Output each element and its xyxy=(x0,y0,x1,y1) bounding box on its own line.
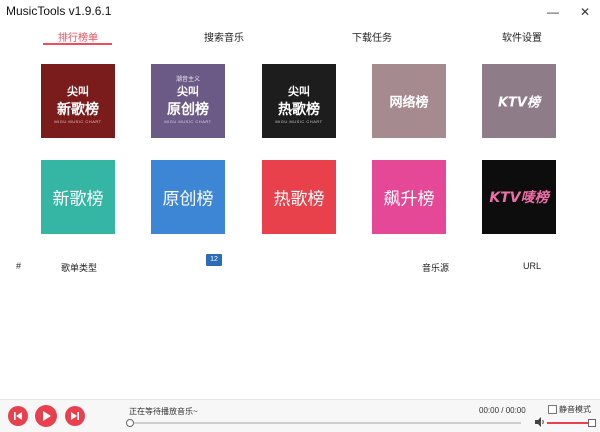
tab-search-music[interactable]: 搜索音乐 xyxy=(184,29,264,44)
previous-button[interactable] xyxy=(8,406,28,426)
tab-charts[interactable]: 排行榜单 xyxy=(38,29,118,44)
chart-card-original[interactable]: 原创榜 xyxy=(151,160,225,234)
chart-card-scream-original[interactable]: 潮音主义 尖叫原创榜 MIGU MUSIC CHART xyxy=(151,64,225,138)
mute-mode-checkbox[interactable] xyxy=(548,405,557,414)
close-button[interactable]: ✕ xyxy=(574,2,596,22)
chart-card-network[interactable]: 网络榜 xyxy=(372,64,446,138)
column-header-index: # xyxy=(16,261,22,271)
mute-mode-label: 静音模式 xyxy=(559,405,591,414)
column-header-source[interactable]: 音乐源 xyxy=(422,261,449,274)
floating-badge[interactable]: 12 xyxy=(206,254,222,266)
chart-card-label: 飙升榜 xyxy=(383,189,435,210)
chart-card-label: 热歌榜 xyxy=(273,189,325,210)
title-bar: MusicTools v1.9.6.1 — ✕ xyxy=(0,0,600,24)
volume-slider-fill xyxy=(547,422,591,424)
playback-time: 00:00 / 00:00 xyxy=(479,406,526,415)
next-icon xyxy=(71,412,79,420)
chart-card-label: 尖叫 原创榜 xyxy=(151,83,225,119)
previous-icon xyxy=(14,412,22,420)
playlist-table-header: # 歌单类型 音乐源 URL xyxy=(0,258,600,274)
chart-card-label: 尖叫 新歌榜 xyxy=(41,83,115,119)
minimize-button[interactable]: — xyxy=(542,2,564,22)
chart-card-top-text: 潮音主义 xyxy=(175,77,200,83)
chart-card-label: 原创榜 xyxy=(162,189,214,210)
player-bar: 正在等待播放音乐~ 00:00 / 00:00 静音模式 xyxy=(0,399,600,432)
play-icon xyxy=(43,411,51,421)
chart-card-label: KTV榜 xyxy=(497,95,540,111)
volume-icon[interactable] xyxy=(534,416,546,428)
chart-card-ktv[interactable]: KTV榜 xyxy=(482,64,556,138)
tab-settings[interactable]: 软件设置 xyxy=(482,29,562,44)
app-window: MusicTools v1.9.6.1 — ✕ 排行榜单 搜索音乐 下载任务 软… xyxy=(0,0,600,432)
chart-card-scream-new-songs[interactable]: 尖叫新歌榜 MIGU MUSIC CHART xyxy=(41,64,115,138)
progress-slider[interactable] xyxy=(129,422,521,424)
chart-card-label: 网络榜 xyxy=(389,95,429,111)
column-header-url[interactable]: URL xyxy=(523,261,541,271)
column-header-playlist-type[interactable]: 歌单类型 xyxy=(61,261,97,274)
progress-slider-handle[interactable] xyxy=(126,419,134,427)
app-title: MusicTools v1.9.6.1 xyxy=(6,4,112,18)
chart-card-label-line: 尖叫 xyxy=(288,85,310,98)
chart-card-label-line: 原创榜 xyxy=(167,102,209,118)
chart-card-subtitle: MIGU MUSIC CHART xyxy=(54,119,102,124)
chart-card-label-line: 尖叫 xyxy=(67,85,89,98)
play-button[interactable] xyxy=(35,405,57,427)
chart-card-label-line: 尖叫 xyxy=(177,85,199,98)
chart-card-hot-songs[interactable]: 热歌榜 xyxy=(262,160,336,234)
volume-slider-handle[interactable] xyxy=(588,419,596,427)
chart-card-soaring[interactable]: 飙升榜 xyxy=(372,160,446,234)
chart-card-new-songs[interactable]: 新歌榜 xyxy=(41,160,115,234)
chart-card-scream-hot-songs[interactable]: 尖叫热歌榜 MIGU MUSIC CHART xyxy=(262,64,336,138)
chart-card-label: 尖叫 热歌榜 xyxy=(262,83,336,119)
active-tab-indicator xyxy=(43,43,112,45)
chart-card-subtitle: MIGU MUSIC CHART xyxy=(164,119,212,124)
chart-card-label-line: 新歌榜 xyxy=(57,102,99,118)
playback-status: 正在等待播放音乐~ xyxy=(129,407,198,416)
chart-card-label: KTV唛榜 xyxy=(489,190,549,206)
chart-card-subtitle: MIGU MUSIC CHART xyxy=(275,119,323,124)
chart-card-label: 新歌榜 xyxy=(52,189,104,210)
next-button[interactable] xyxy=(65,406,85,426)
tab-download-tasks[interactable]: 下载任务 xyxy=(332,29,412,44)
chart-card-ktv-mic[interactable]: KTV唛榜 xyxy=(482,160,556,234)
volume-slider[interactable] xyxy=(547,422,591,424)
chart-card-label-line: 热歌榜 xyxy=(278,102,320,118)
